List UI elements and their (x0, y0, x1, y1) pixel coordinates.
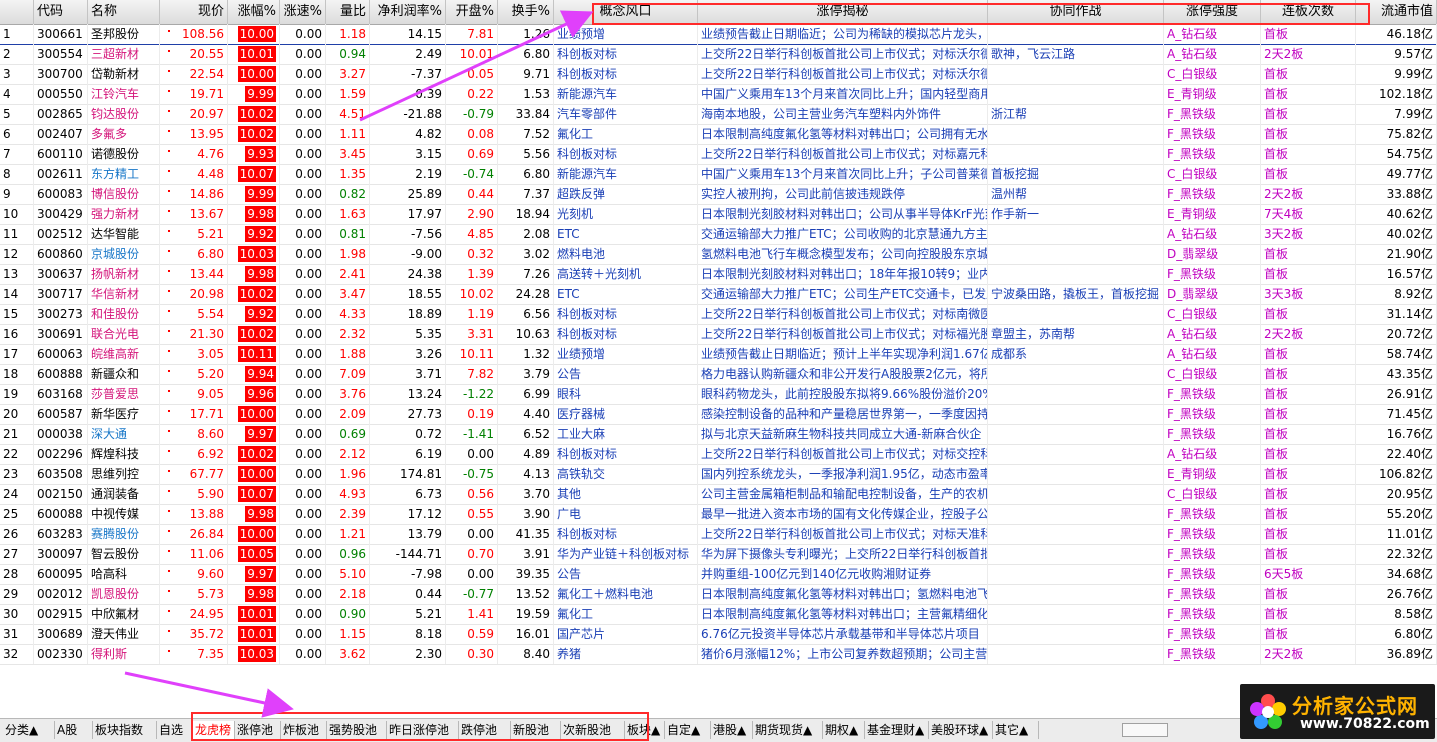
arrow-to-tabs (124, 671, 294, 718)
logo-title: 分析家公式网 (1292, 694, 1418, 718)
flower-logo-icon (1250, 694, 1286, 729)
site-logo: 分析家公式网 www.70822.com (1240, 684, 1435, 739)
arrow-to-header (359, 10, 594, 122)
logo-url: www.70822.com (1300, 716, 1430, 732)
annotation-arrows (124, 10, 594, 718)
